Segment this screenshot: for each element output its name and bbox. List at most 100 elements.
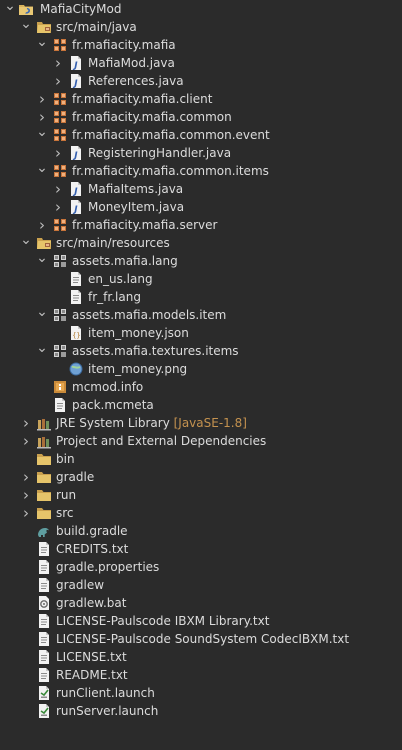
expand-arrow-open-icon[interactable]: ⌄ [36,125,48,144]
tree-item-file-moneyitem-java[interactable]: › J MoneyItem.java [0,198,402,216]
tree-item-text: assets.mafia.models.item [72,308,227,322]
tree-item-project-mafiacitymod[interactable]: ⌄ MafiaCityMod [0,0,402,18]
tree-item-text: src/main/resources [56,236,170,250]
tree-item-source-folder-resources[interactable]: ⌄ src/main/resources [0,233,402,252]
expand-arrow-open-icon[interactable]: ⌄ [36,35,48,54]
tree-item-package-common[interactable]: › fr.mafiacity.mafia.common [0,108,402,126]
tree-item-file-credits-txt[interactable]: CREDITS.txt [0,540,402,558]
tree-item-text: MafiaCityMod [40,2,122,16]
expand-arrow-open-icon[interactable]: ⌄ [36,161,48,180]
tree-item-file-pack-mcmeta[interactable]: pack.mcmeta [0,396,402,414]
expand-arrow-closed-icon[interactable]: › [20,432,32,450]
java-file-icon: J [68,199,84,215]
expand-arrow-closed-icon[interactable]: › [20,414,32,432]
tree-item-text: build.gradle [56,524,128,538]
package-icon [52,109,68,125]
tree-item-file-license-soundsystem[interactable]: LICENSE-Paulscode SoundSystem CodecIBXM.… [0,630,402,648]
json-file-icon: {} [68,325,84,341]
java-file-icon: J [68,181,84,197]
tree-item-label: LICENSE.txt [56,648,127,666]
info-file-icon [52,379,68,395]
tree-item-label: fr.mafiacity.mafia [72,36,176,54]
tree-item-label: runServer.launch [56,702,158,720]
tree-item-file-en-us-lang[interactable]: en_us.lang [0,270,402,288]
tree-item-file-gradlew-bat[interactable]: gradlew.bat [0,594,402,612]
tree-item-package-common-items[interactable]: ⌄ fr.mafiacity.mafia.common.items [0,161,402,180]
tree-item-file-readme-txt[interactable]: README.txt [0,666,402,684]
tree-item-text: CREDITS.txt [56,542,129,556]
tree-item-package-assets-textures-items[interactable]: ⌄ assets.mafia.textures.items [0,341,402,360]
expand-arrow-closed-icon[interactable]: › [20,486,32,504]
expand-arrow-closed-icon[interactable]: › [36,216,48,234]
tree-item-text: gradlew [56,578,105,592]
tree-item-package-assets-lang[interactable]: ⌄ assets.mafia.lang [0,251,402,270]
tree-item-label: item_money.png [88,360,187,378]
expand-arrow-open-icon[interactable]: ⌄ [20,233,32,252]
tree-item-text: assets.mafia.textures.items [72,344,239,358]
expand-arrow-closed-icon[interactable]: › [52,180,64,198]
expand-arrow-open-icon[interactable]: ⌄ [36,341,48,360]
resource-package-icon [52,307,68,323]
package-icon [52,217,68,233]
tree-item-file-mcmod-info[interactable]: mcmod.info [0,378,402,396]
tree-item-file-gradle-properties[interactable]: gradle.properties [0,558,402,576]
tree-item-text: src [56,506,74,520]
library-icon [36,415,52,431]
tree-item-jre-system-library[interactable]: › JRE System Library [JavaSE-1.8] [0,414,402,432]
expand-arrow-closed-icon[interactable]: › [20,468,32,486]
expand-arrow-closed-icon[interactable]: › [52,72,64,90]
tree-item-label: CREDITS.txt [56,540,128,558]
tree-item-file-references-java[interactable]: › J References.java [0,72,402,90]
text-file-icon [68,289,84,305]
tree-item-project-external-dependencies[interactable]: › Project and External Dependencies [0,432,402,450]
tree-item-label: JRE System Library [JavaSE-1.8] [56,414,247,432]
library-icon [36,433,52,449]
text-file-icon [52,397,68,413]
tree-item-source-folder-java[interactable]: ⌄ src/main/java [0,17,402,36]
expand-arrow-closed-icon[interactable]: › [20,504,32,522]
tree-item-file-fr-fr-lang[interactable]: fr_fr.lang [0,288,402,306]
tree-item-package-server[interactable]: › fr.mafiacity.mafia.server [0,216,402,234]
tree-item-label: gradlew.bat [56,594,126,612]
tree-item-package-client[interactable]: › fr.mafiacity.mafia.client [0,90,402,108]
tree-item-package-assets-models-item[interactable]: ⌄ assets.mafia.models.item [0,305,402,324]
tree-item-file-build-gradle[interactable]: build.gradle [0,522,402,540]
tree-item-file-gradlew[interactable]: gradlew [0,576,402,594]
tree-item-file-license-ibxm[interactable]: LICENSE-Paulscode IBXM Library.txt [0,612,402,630]
tree-item-file-license-txt[interactable]: LICENSE.txt [0,648,402,666]
tree-item-folder-bin[interactable]: bin [0,450,402,468]
tree-item-file-item-money-json[interactable]: {} item_money.json [0,324,402,342]
tree-item-file-mafiaitems-java[interactable]: › J MafiaItems.java [0,180,402,198]
tree-item-label: run [56,486,76,504]
tree-item-label: README.txt [56,666,128,684]
tree-item-file-runserver-launch[interactable]: runServer.launch [0,702,402,720]
tree-item-text: item_money.json [88,326,189,340]
expand-arrow-closed-icon[interactable]: › [52,198,64,216]
tree-item-text: gradle [56,470,95,484]
tree-item-package-common-event[interactable]: ⌄ fr.mafiacity.mafia.common.event [0,125,402,144]
tree-item-label: Project and External Dependencies [56,432,266,450]
tree-item-folder-gradle[interactable]: › gradle [0,468,402,486]
tree-item-label: LICENSE-Paulscode IBXM Library.txt [56,612,269,630]
tree-item-label: fr.mafiacity.mafia.client [72,90,212,108]
tree-item-file-mafiamod-java[interactable]: › J MafiaMod.java [0,54,402,72]
expand-arrow-closed-icon[interactable]: › [52,144,64,162]
source-folder-icon [36,19,52,35]
tree-item-file-registeringhandler-java[interactable]: › J RegisteringHandler.java [0,144,402,162]
expand-arrow-closed-icon[interactable]: › [36,90,48,108]
tree-item-package-mafia[interactable]: ⌄ fr.mafiacity.mafia [0,35,402,54]
tree-item-label: assets.mafia.models.item [72,306,226,324]
tree-item-file-item-money-png[interactable]: item_money.png [0,360,402,378]
tree-item-file-runclient-launch[interactable]: runClient.launch [0,684,402,702]
expand-arrow-open-icon[interactable]: ⌄ [36,251,48,270]
expand-arrow-open-icon[interactable]: ⌄ [20,17,32,36]
tree-item-folder-src[interactable]: › src [0,504,402,522]
tree-item-folder-run[interactable]: › run [0,486,402,504]
tree-item-decoration: [JavaSE-1.8] [169,416,247,430]
launch-file-icon [36,685,52,701]
expand-arrow-open-icon[interactable]: ⌄ [36,305,48,324]
svg-text:{}: {} [72,332,80,340]
expand-arrow-closed-icon[interactable]: › [52,54,64,72]
expand-arrow-open-icon[interactable]: ⌄ [4,0,16,18]
tree-item-text: item_money.png [88,362,188,376]
